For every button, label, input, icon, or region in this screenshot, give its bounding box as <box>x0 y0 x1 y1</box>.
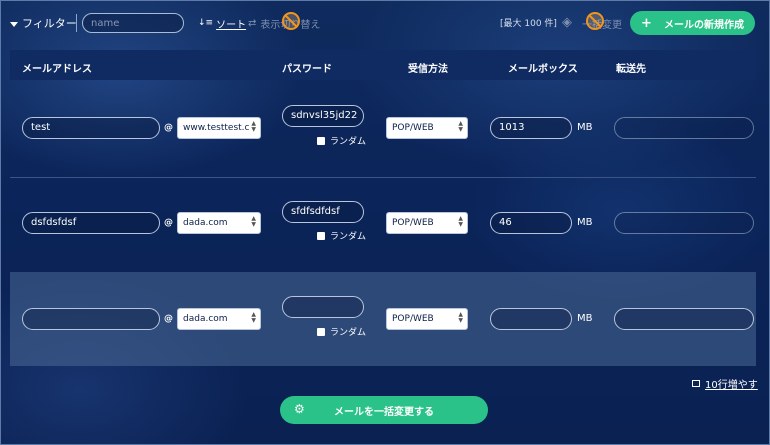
toolbar: フィルター ↓≡ ソート ⇄ 表示切り替え [最大 100 件] ◈ 一括変更 … <box>10 10 758 38</box>
random-checkbox[interactable]: ランダム <box>317 229 366 242</box>
filter-text: フィルター <box>22 17 77 30</box>
table-row-selected: @ dada.com ▲ ▼ ランダム POP/WEB ▲ ▼ MB <box>10 272 756 366</box>
at-sign: @ <box>164 314 173 324</box>
column-header-method: 受信方法 <box>408 64 448 75</box>
checkbox-icon <box>317 136 325 145</box>
chevron-updown-icon: ▲ ▼ <box>458 311 463 324</box>
chevron-updown-icon: ▲ ▼ <box>458 215 463 228</box>
swap-icon: ⇄ <box>248 18 257 29</box>
bulk-update-button[interactable]: ⚙ メールを一括変更する <box>280 396 488 424</box>
domain-select[interactable]: www.testtest.c ▲ ▼ <box>177 117 261 139</box>
email-local-input[interactable] <box>22 308 160 330</box>
chevron-updown-icon: ▲ ▼ <box>251 120 256 133</box>
new-mail-button[interactable]: + メールの新規作成 <box>630 11 755 35</box>
random-checkbox[interactable]: ランダム <box>317 325 366 338</box>
method-value: POP/WEB <box>392 314 434 324</box>
bulk-update-label: メールを一括変更する <box>334 406 434 418</box>
checkbox-icon <box>317 327 325 336</box>
domain-select[interactable]: dada.com ▲ ▼ <box>177 212 261 234</box>
mailbox-input[interactable]: 1013 <box>490 117 572 139</box>
domain-value: dada.com <box>183 314 228 324</box>
forward-input[interactable] <box>614 117 754 139</box>
domain-value: dada.com <box>183 218 228 228</box>
mailbox-input[interactable] <box>490 308 572 330</box>
checkbox-icon <box>317 231 325 240</box>
column-header-email: メールアドレス <box>22 64 92 75</box>
no-icon <box>586 12 604 30</box>
method-select[interactable]: POP/WEB ▲ ▼ <box>386 117 468 139</box>
at-sign: @ <box>164 123 173 133</box>
mailbox-input[interactable]: 46 <box>490 212 572 234</box>
gear-icon: ⚙ <box>294 402 305 416</box>
email-local-input[interactable]: test <box>22 117 160 139</box>
password-input[interactable]: sfdfsdfdsf <box>282 201 364 223</box>
mb-unit: MB <box>577 313 593 324</box>
max-count-label: [最大 100 件] <box>500 19 557 29</box>
table-header: メールアドレス パスワード 受信方法 メールボックス 転送先 <box>10 50 756 80</box>
no-icon <box>282 12 300 30</box>
domain-value: www.testtest.c <box>183 123 250 133</box>
chevron-updown-icon: ▲ ▼ <box>458 120 463 133</box>
random-label: ランダム <box>330 232 367 242</box>
sort-label: ソート <box>216 20 247 31</box>
table-row: dsfdsfdsf @ dada.com ▲ ▼ sfdfsdfdsf ランダム … <box>10 178 756 272</box>
layers-icon: ◈ <box>562 15 572 30</box>
column-header-password: パスワード <box>282 64 332 75</box>
forward-input[interactable] <box>614 212 754 234</box>
new-mail-label: メールの新規作成 <box>663 19 744 31</box>
name-filter-input[interactable] <box>82 13 184 33</box>
random-label: ランダム <box>330 137 367 147</box>
sort-icon: ↓≡ <box>198 18 214 28</box>
toolbar-divider <box>76 14 77 32</box>
mb-unit: MB <box>577 217 593 228</box>
add-rows-icon <box>692 380 700 387</box>
sort-button[interactable]: ↓≡ ソート <box>198 16 247 32</box>
add-rows-link[interactable]: 10行増やす <box>692 376 758 391</box>
add-rows-label: 10行増やす <box>705 380 758 391</box>
column-header-forward: 転送先 <box>616 64 646 75</box>
chevron-updown-icon: ▲ ▼ <box>251 311 256 324</box>
random-checkbox[interactable]: ランダム <box>317 134 366 147</box>
plus-icon: + <box>641 15 652 31</box>
random-label: ランダム <box>330 328 367 338</box>
filter-icon <box>10 21 18 27</box>
password-input[interactable] <box>282 296 364 318</box>
method-value: POP/WEB <box>392 123 434 133</box>
at-sign: @ <box>164 218 173 228</box>
email-local-input[interactable]: dsfdsfdsf <box>22 212 160 234</box>
method-select[interactable]: POP/WEB ▲ ▼ <box>386 212 468 234</box>
domain-select[interactable]: dada.com ▲ ▼ <box>177 308 261 330</box>
method-select[interactable]: POP/WEB ▲ ▼ <box>386 308 468 330</box>
table-row: test @ www.testtest.c ▲ ▼ sdnvsl35jd22 ラン… <box>10 82 756 176</box>
forward-input[interactable] <box>614 308 754 330</box>
mb-unit: MB <box>577 122 593 133</box>
chevron-updown-icon: ▲ ▼ <box>251 215 256 228</box>
column-header-mailbox: メールボックス <box>508 64 578 75</box>
method-value: POP/WEB <box>392 218 434 228</box>
password-input[interactable]: sdnvsl35jd22 <box>282 105 364 127</box>
filter-label[interactable]: フィルター <box>10 15 77 31</box>
